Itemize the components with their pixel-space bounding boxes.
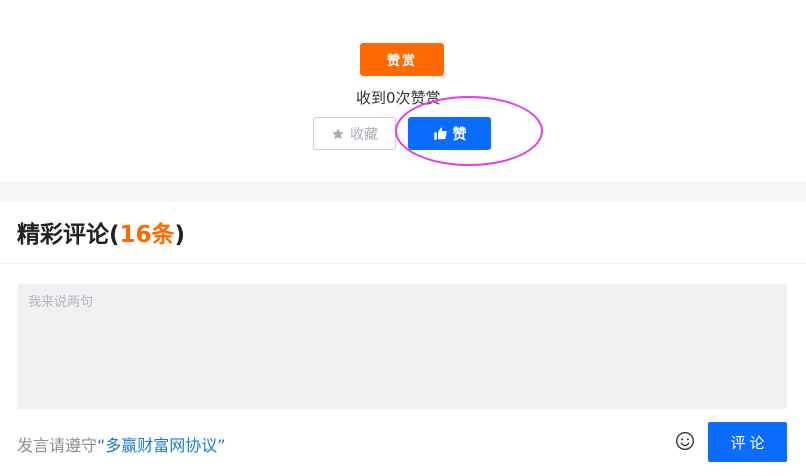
comments-count: 16条 <box>119 222 175 248</box>
submit-comment-button[interactable]: 评论 <box>708 422 787 462</box>
agreement-link[interactable]: “多赢财富网协议” <box>97 436 226 455</box>
like-button[interactable]: 赞 <box>408 117 491 150</box>
submit-comment-label: 评论 <box>730 433 769 452</box>
title-divider <box>0 263 806 264</box>
smiley-icon <box>676 432 694 450</box>
thumbs-up-icon <box>433 126 448 141</box>
comments-title-prefix: 精彩评论( <box>17 222 120 248</box>
star-icon <box>331 127 345 141</box>
article-footer: 赞赏 收到0次赞赏 收藏 赞 精彩评论(16条) 发言请遵守“多赢财富网协议” <box>0 0 806 476</box>
reward-count-text: 收到0次赞赏 <box>356 89 441 107</box>
comments-title-suffix: ) <box>174 222 186 248</box>
reward-button[interactable]: 赞赏 <box>360 43 444 76</box>
comments-title: 精彩评论(16条) <box>17 215 185 249</box>
section-divider <box>0 181 806 201</box>
agreement-prefix: 发言请遵守 <box>17 436 98 455</box>
favorite-button-label: 收藏 <box>350 126 378 143</box>
emoji-button[interactable] <box>674 430 696 452</box>
like-button-label: 赞 <box>452 126 467 143</box>
reward-button-label: 赞赏 <box>386 54 417 69</box>
agreement-notice: 发言请遵守“多赢财富网协议” <box>17 432 226 456</box>
comment-input[interactable] <box>17 284 787 409</box>
favorite-button[interactable]: 收藏 <box>313 117 396 150</box>
